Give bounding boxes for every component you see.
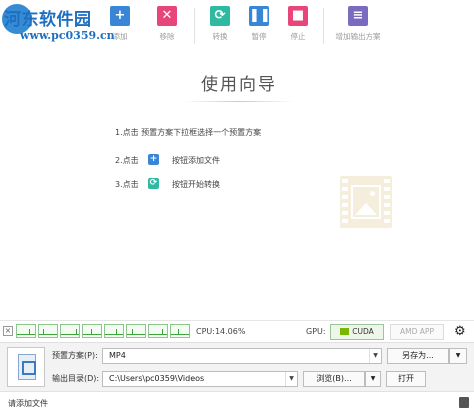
browse-button[interactable]: 浏览(B)... — [303, 371, 365, 387]
pause-icon: ❚❚ — [249, 6, 271, 26]
chevron-down-icon: ▼ — [285, 372, 297, 386]
wizard-step-1: 1.点击 预置方案下拉框选择一个预置方案 — [115, 128, 262, 137]
add-output-preset-label: 增加输出方案 — [335, 32, 381, 41]
cpu-core-graph — [82, 324, 102, 338]
gear-icon[interactable]: ⚙ — [454, 324, 466, 339]
gpu-label: GPU: — [306, 327, 326, 336]
preset-value: MP4 — [109, 351, 126, 360]
cpu-core-graph — [60, 324, 80, 338]
wizard-title: 使用向导 — [201, 75, 277, 95]
monitor-bar: × CPU:14.06% GPU: CUDA AMD APP ⚙ — [0, 320, 474, 342]
preset-select[interactable]: MP4 ▼ — [102, 348, 382, 364]
refresh-icon: ⟳ — [148, 178, 159, 189]
remove-button[interactable]: ✕ 移除 — [145, 6, 189, 48]
film-image-icon — [340, 176, 392, 228]
convert-button-label: 转换 — [212, 32, 228, 41]
wizard-step-2: 2.点击 — [115, 155, 139, 166]
cpu-core-graph — [38, 324, 58, 338]
pause-button[interactable]: ❚❚ 暂停 — [237, 6, 281, 48]
chevron-down-icon: ▼ — [370, 375, 376, 382]
browse-dropdown[interactable]: ▼ — [365, 371, 381, 387]
cuda-label: CUDA — [352, 327, 374, 336]
close-monitor-icon[interactable]: × — [3, 326, 13, 336]
wizard-step-3-prefix: 3.点击 — [115, 180, 139, 189]
amd-app-button[interactable]: AMD APP — [390, 324, 444, 340]
add-button[interactable]: + 添加 — [98, 6, 142, 48]
remove-button-label: 移除 — [159, 32, 175, 41]
add-button-label: 添加 — [112, 32, 128, 41]
nvidia-icon — [340, 328, 350, 335]
toolbar: 河东软件园 www.pc0359.cn + 添加 ✕ 移除 ⟳ 转换 ❚❚ 暂停… — [0, 0, 474, 50]
plus-icon: + — [110, 6, 130, 26]
preset-label: 预置方案(P): — [52, 351, 98, 360]
stop-icon: ■ — [288, 6, 308, 26]
save-as-button[interactable]: 另存为... — [387, 348, 449, 364]
add-output-preset-button[interactable]: ≡ 增加输出方案 — [331, 6, 385, 48]
wizard-step-2-prefix: 2.点击 — [115, 156, 139, 165]
output-format-icon — [7, 347, 45, 387]
log-icon[interactable] — [459, 397, 469, 408]
remove-icon: ✕ — [157, 6, 177, 26]
cpu-core-graph — [126, 324, 146, 338]
watermark-brand: 河东软件园 — [4, 10, 92, 30]
document-icon: ≡ — [348, 6, 368, 26]
chevron-down-icon: ▼ — [369, 349, 381, 363]
cuda-button[interactable]: CUDA — [330, 324, 384, 340]
cpu-core-graph — [148, 324, 168, 338]
chevron-down-icon: ▼ — [455, 352, 461, 359]
stop-button-label: 停止 — [290, 32, 306, 41]
amd-label: AMD APP — [400, 327, 434, 336]
refresh-icon: ⟳ — [210, 6, 230, 26]
output-dir-value: C:\Users\pc0359\Videos — [109, 374, 205, 383]
wizard-step-3: 3.点击 — [115, 179, 139, 190]
cpu-core-graph — [104, 324, 124, 338]
output-settings-panel: 预置方案(P): MP4 ▼ 另存为... ▼ 输出目录(D): C:\User… — [0, 342, 474, 391]
output-dir-select[interactable]: C:\Users\pc0359\Videos ▼ — [102, 371, 298, 387]
open-button[interactable]: 打开 — [386, 371, 426, 387]
output-dir-label: 输出目录(D): — [52, 374, 100, 383]
status-text: 请添加文件 — [8, 399, 48, 408]
stop-button[interactable]: ■ 停止 — [276, 6, 320, 48]
wizard-step-2-suffix: 按钮添加文件 — [172, 156, 220, 165]
cpu-usage: CPU:14.06% — [196, 327, 246, 336]
convert-button[interactable]: ⟳ 转换 — [198, 6, 242, 48]
status-bar: 请添加文件 — [0, 391, 474, 413]
cpu-core-graph — [170, 324, 190, 338]
toolbar-divider — [323, 8, 324, 44]
wizard-step-3-suffix: 按钮开始转换 — [172, 180, 220, 189]
save-as-dropdown[interactable]: ▼ — [449, 348, 467, 364]
title-underline — [183, 101, 295, 102]
toolbar-divider — [194, 8, 195, 44]
pause-button-label: 暂停 — [251, 32, 267, 41]
plus-icon: + — [148, 154, 159, 165]
cpu-core-graph — [16, 324, 36, 338]
